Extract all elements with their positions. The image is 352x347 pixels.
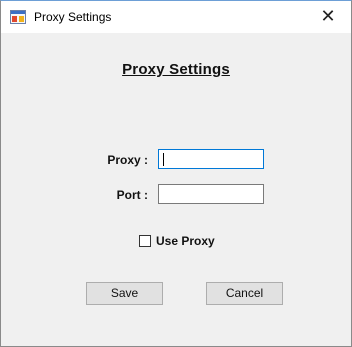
port-label: Port :: [116, 188, 148, 202]
close-button[interactable]: ✕: [305, 1, 351, 33]
text-caret: [163, 153, 164, 166]
proxy-input[interactable]: [158, 149, 264, 169]
cancel-button[interactable]: Cancel: [206, 282, 283, 305]
use-proxy-checkbox[interactable]: [139, 235, 151, 247]
title-bar[interactable]: Proxy Settings ✕: [1, 1, 351, 33]
close-icon: ✕: [320, 6, 336, 26]
save-button[interactable]: Save: [86, 282, 163, 305]
port-input[interactable]: [158, 184, 264, 204]
proxy-settings-window: Proxy Settings ✕ Proxy Settings Proxy : …: [0, 0, 352, 347]
app-window-icon: [10, 10, 26, 24]
form-heading: Proxy Settings: [122, 61, 230, 78]
use-proxy-label[interactable]: Use Proxy: [156, 234, 215, 248]
window-title: Proxy Settings: [34, 10, 112, 24]
proxy-label: Proxy :: [107, 153, 148, 167]
